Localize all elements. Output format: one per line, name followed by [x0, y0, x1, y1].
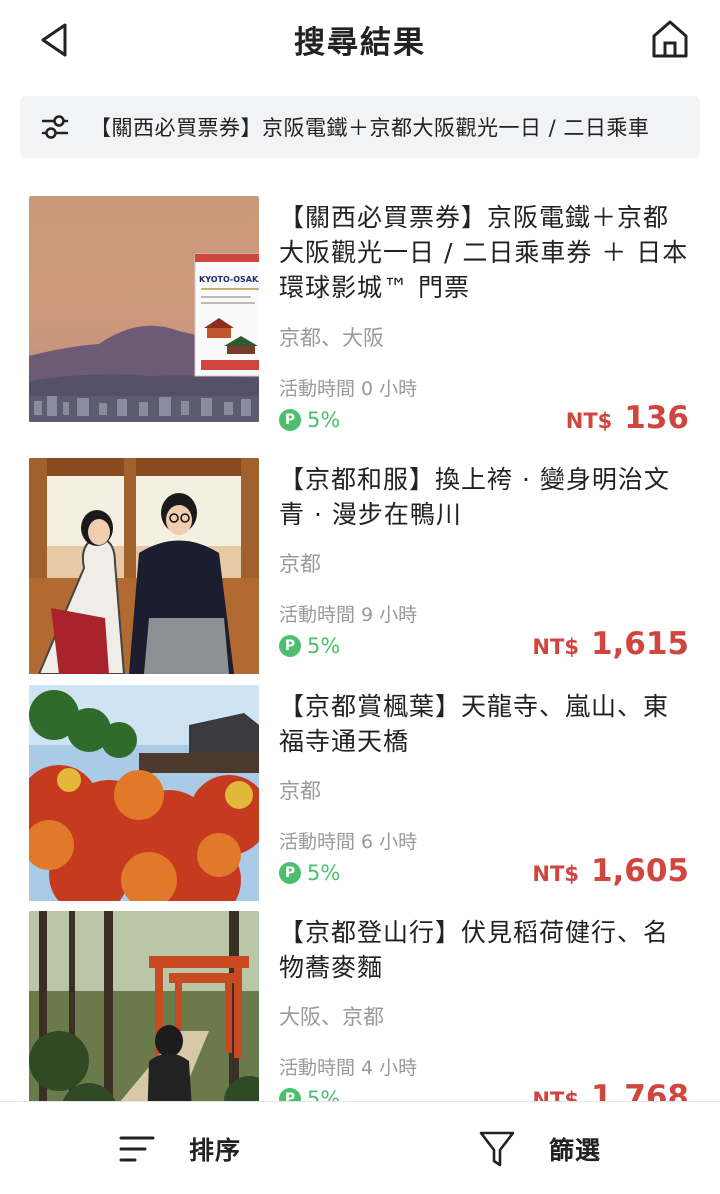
svg-text:KYOTO-OSAKA: KYOTO-OSAKA [199, 275, 259, 284]
result-price: NT$ 136 [565, 400, 689, 436]
result-location: 京都 [279, 779, 321, 803]
top-nav-bar: 搜尋結果 [0, 0, 720, 78]
points-icon: P [279, 635, 301, 657]
result-location: 大阪、京都 [279, 1005, 384, 1029]
result-title: 【關西必買票券】京阪電鐵＋京都大阪觀光一日 / 二日乘車券 ＋ 日本環球影城™ … [279, 203, 689, 302]
result-duration: 活動時間 6 小時 [279, 831, 418, 853]
result-thumbnail [29, 458, 259, 684]
points-reward: P 5% [279, 634, 340, 658]
points-icon: P [279, 1088, 301, 1101]
result-card[interactable]: 【京都登山行】伏見稻荷健行、名物蕎麥麵 大阪、京都 活動時間 4 小時 P 5%… [0, 911, 720, 1101]
search-query-text: 【關西必買票券】京阪電鐵＋京都大阪觀光一日 / 二日乘車 [90, 116, 650, 140]
result-location: 京都 [279, 552, 321, 576]
points-reward: P 5% [279, 861, 340, 885]
result-title: 【京都賞楓葉】天龍寺、嵐山、東福寺通天橋 [279, 692, 670, 756]
back-button[interactable] [30, 18, 78, 62]
filter-button[interactable]: 篩選 [360, 1102, 720, 1194]
sort-label: 排序 [188, 1135, 241, 1165]
points-icon: P [279, 862, 301, 884]
result-location: 京都、大阪 [279, 326, 384, 350]
result-title: 【京都登山行】伏見稻荷健行、名物蕎麥麵 [279, 918, 670, 982]
result-price: NT$ 1,768 [532, 1079, 689, 1101]
result-duration: 活動時間 9 小時 [279, 604, 418, 626]
points-icon: P [279, 409, 301, 431]
result-card[interactable]: KYOTO-OSAKA 【關西必買票券】京阪電鐵＋京都大阪觀光一日 / 二日乘車… [0, 196, 720, 436]
search-query-bar[interactable]: 【關西必買票券】京阪電鐵＋京都大阪觀光一日 / 二日乘車 [20, 96, 700, 158]
result-card[interactable]: 【京都和服】換上袴 · 變身明治文青 · 漫步在鴨川 京都 活動時間 9 小時 … [0, 458, 720, 684]
results-list: KYOTO-OSAKA 【關西必買票券】京阪電鐵＋京都大阪觀光一日 / 二日乘車… [0, 196, 720, 1101]
home-icon [652, 20, 688, 58]
home-button[interactable] [646, 16, 694, 62]
points-reward: P 5% [279, 408, 340, 432]
result-thumbnail [29, 911, 259, 1101]
bottom-action-bar: 排序 篩選 [0, 1101, 720, 1194]
result-title: 【京都和服】換上袴 · 變身明治文青 · 漫步在鴨川 [279, 465, 670, 529]
funnel-icon [479, 1131, 515, 1166]
page-title: 搜尋結果 [294, 24, 426, 61]
sort-button[interactable]: 排序 [0, 1102, 360, 1194]
result-duration: 活動時間 4 小時 [279, 1057, 418, 1079]
result-price: NT$ 1,605 [532, 853, 689, 889]
filter-label: 篩選 [548, 1135, 601, 1165]
back-arrow-icon [41, 23, 67, 57]
sort-lines-icon [119, 1136, 155, 1161]
result-thumbnail [29, 685, 259, 911]
result-duration: 活動時間 0 小時 [279, 378, 418, 400]
points-reward: P 5% [279, 1087, 340, 1101]
result-thumbnail: KYOTO-OSAKA [29, 196, 259, 422]
filter-sliders-icon[interactable] [20, 96, 90, 158]
result-card[interactable]: 【京都賞楓葉】天龍寺、嵐山、東福寺通天橋 京都 活動時間 6 小時 P 5% N… [0, 685, 720, 911]
rail-pass-ticket-image: KYOTO-OSAKA [194, 253, 259, 377]
result-price: NT$ 1,615 [532, 626, 689, 662]
